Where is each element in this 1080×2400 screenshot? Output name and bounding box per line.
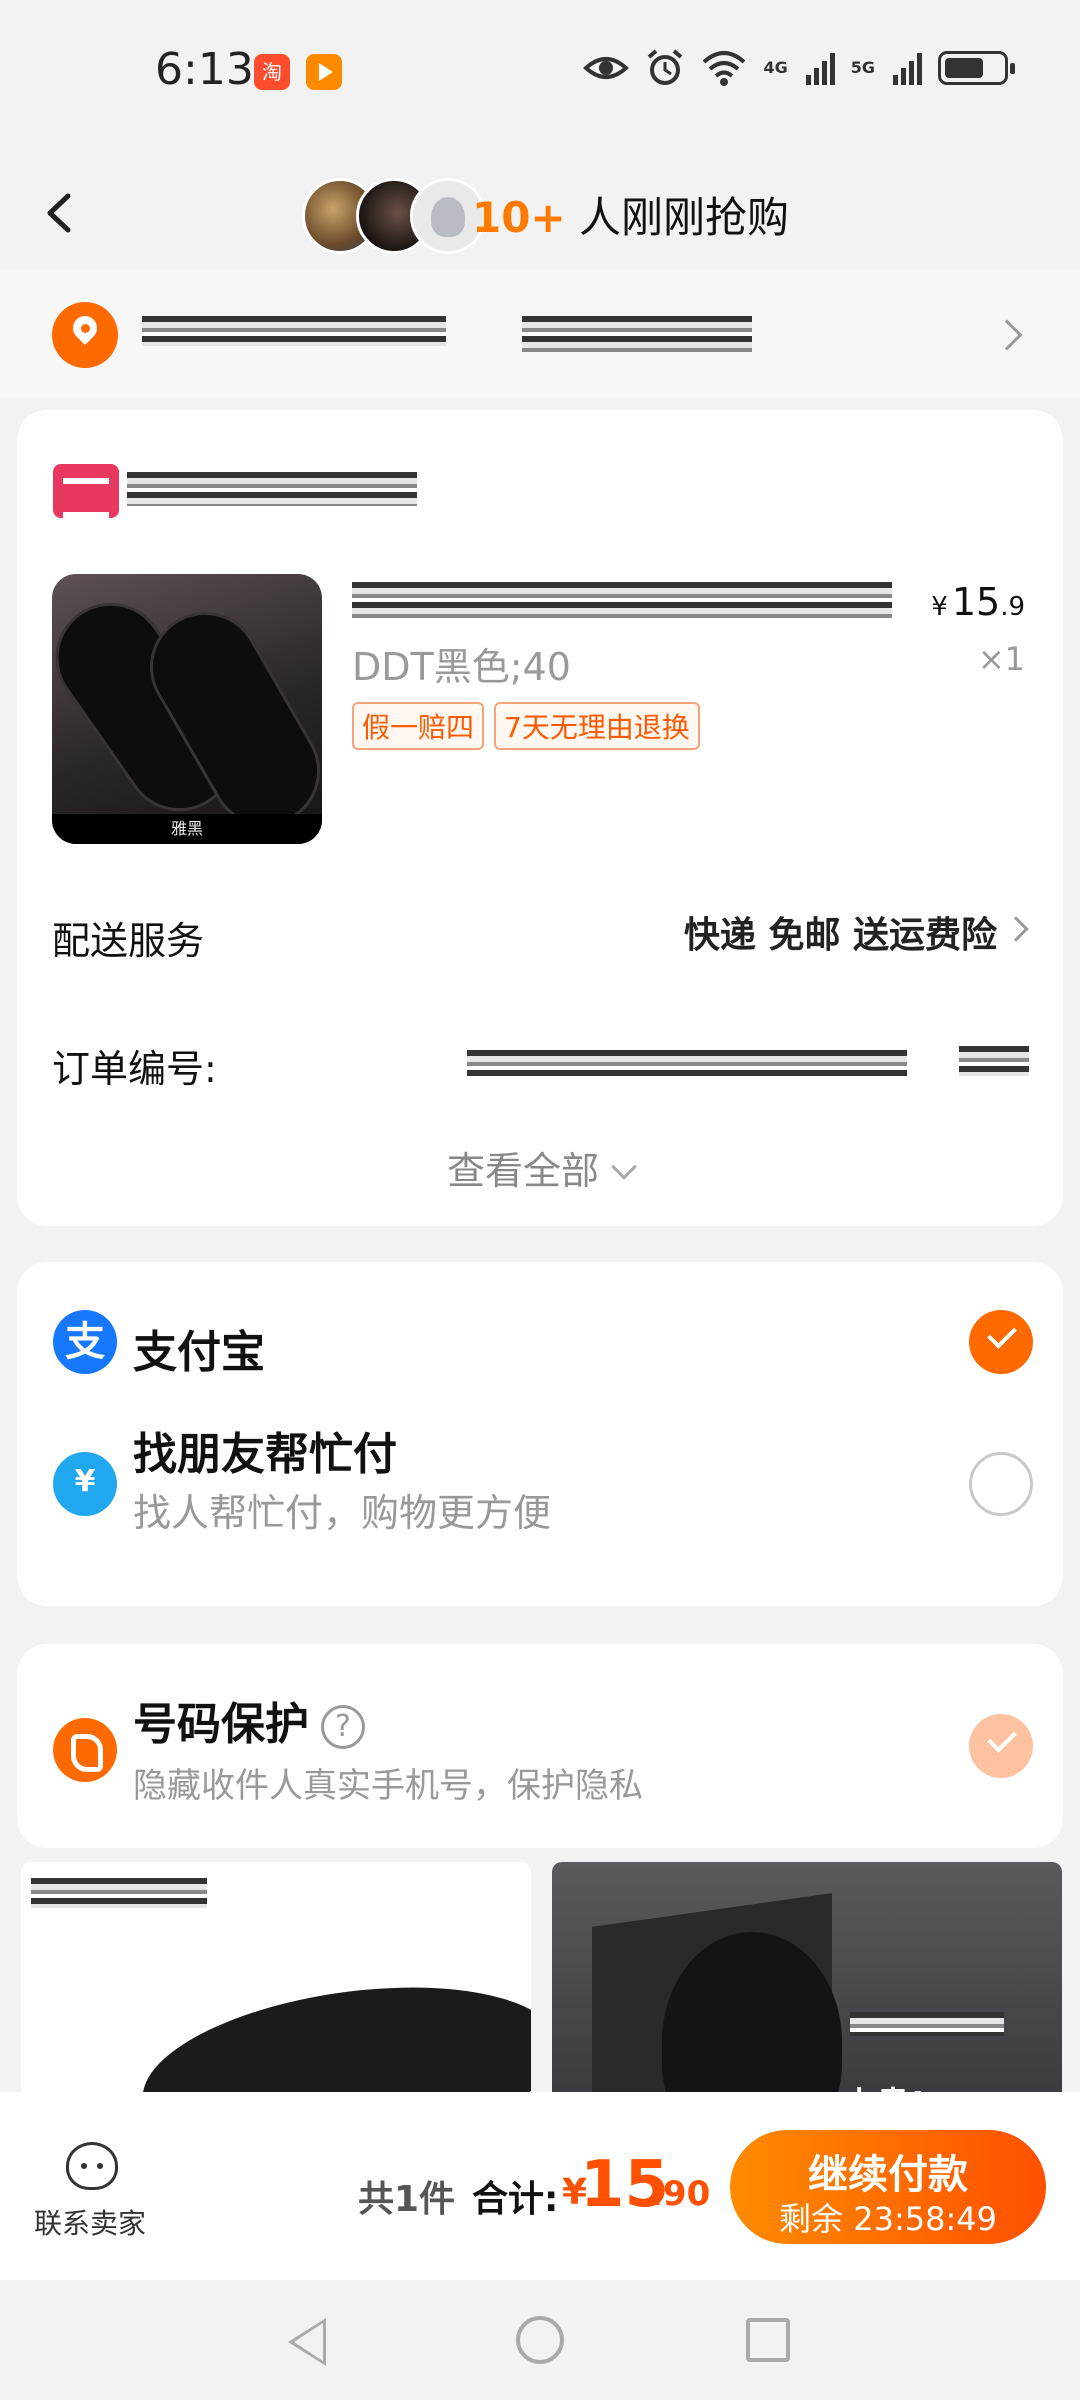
network-4g-label: 4G: [763, 58, 788, 77]
nav-home-icon[interactable]: [516, 2316, 564, 2364]
chevron-right-icon[interactable]: [1003, 916, 1029, 942]
friend-pay-checkbox[interactable]: [969, 1452, 1033, 1516]
tmall-shop-icon: [53, 464, 119, 518]
delivery-label: 配送服务: [52, 919, 205, 963]
chevron-down-icon: [611, 1154, 637, 1180]
nav-recents-icon[interactable]: [746, 2318, 790, 2362]
redacted-tile-title: [31, 1878, 207, 1908]
system-nav-bar: [0, 2280, 1080, 2400]
signal-bars-icon: [805, 51, 835, 85]
product-image[interactable]: 雅黑: [52, 574, 322, 844]
product-quantity: ×1: [977, 640, 1025, 678]
alipay-label[interactable]: 支付宝: [133, 1316, 265, 1380]
number-protection-subtitle: 隐藏收件人真实手机号，保护隐私: [133, 1766, 643, 1806]
back-arrow-icon[interactable]: [36, 188, 86, 238]
tag-7-day-return: 7天无理由退换: [494, 702, 700, 750]
buyer-avatars: [302, 178, 486, 254]
order-card: 雅黑 ¥15.9 DDT黑色;40 ×1 假一赔四 7天无理由退换 配送服务 快…: [17, 410, 1063, 1226]
contact-seller-label[interactable]: 联系卖家: [34, 2202, 146, 2242]
order-number-label: 订单编号:: [52, 1047, 217, 1091]
buyer-label: 人刚刚抢购: [579, 193, 790, 242]
phone-shield-icon: [53, 1718, 117, 1782]
wifi-icon: [703, 51, 746, 86]
friend-pay-icon: ¥: [53, 1452, 117, 1516]
status-time: 6:13: [155, 44, 254, 95]
friend-pay-label[interactable]: 找朋友帮忙付: [133, 1418, 397, 1482]
recommendation-tile[interactable]: 小贵!: [552, 1862, 1062, 2092]
product-tags: 假一赔四 7天无理由退换: [352, 702, 700, 750]
alipay-icon: 支: [53, 1310, 117, 1374]
redacted-address-phone: [522, 316, 752, 352]
bottom-action-bar: 联系卖家 共1件 合计: ¥ 15 .90 继续付款 剩余 23:58:49: [0, 2092, 1080, 2280]
battery-icon: [938, 51, 1015, 85]
status-bar: 6:13 淘 4G 5G: [0, 0, 1080, 140]
status-icons: 4G 5G: [583, 48, 1015, 88]
total-amount-dec: .90: [650, 2174, 711, 2214]
continue-payment-label: 继续付款: [808, 2152, 968, 2198]
see-all-button[interactable]: 查看全部: [17, 1140, 1063, 1195]
continue-payment-button[interactable]: 继续付款 剩余 23:58:49: [730, 2130, 1046, 2244]
redacted-shop-name: [127, 472, 417, 506]
total-label: 合计:: [472, 2179, 559, 2220]
help-icon[interactable]: ?: [321, 1705, 365, 1749]
redacted-address-name: [142, 316, 446, 346]
friend-pay-subtitle: 找人帮忙付，购物更方便: [133, 1491, 552, 1535]
signal-bars-icon: [893, 51, 922, 85]
redacted-copy-action: [959, 1046, 1029, 1076]
recent-buyers-text: 10+ 人刚刚抢购: [472, 184, 789, 245]
tag-fake-refund: 假一赔四: [352, 702, 485, 750]
payment-method-card: 支 支付宝 ¥ 找朋友帮忙付 找人帮忙付，购物更方便: [17, 1262, 1063, 1606]
tile-text: 小贵!: [842, 2077, 926, 2092]
play-notification-icon: [306, 54, 342, 90]
redacted-tile-label: [850, 2012, 1004, 2036]
shipping-address-row[interactable]: [0, 270, 1080, 398]
chevron-right-icon: [991, 319, 1023, 351]
product-sku: DDT黑色;40: [352, 645, 571, 689]
currency-symbol: ¥: [931, 592, 948, 622]
alipay-checkbox[interactable]: [969, 1310, 1033, 1374]
number-protection-title: 号码保护?: [133, 1688, 365, 1752]
nav-back-icon[interactable]: [288, 2318, 326, 2366]
image-caption: 雅黑: [52, 814, 322, 844]
item-count: 共1件: [358, 2179, 456, 2220]
number-protection-label: 号码保护: [133, 1699, 309, 1750]
flip-flop-shape: [131, 1963, 531, 2092]
buyer-count: 10+: [472, 193, 566, 242]
chat-seller-icon[interactable]: [66, 2142, 118, 2190]
recommendation-tile[interactable]: [21, 1862, 531, 2092]
page-header: 10+ 人刚刚抢购: [0, 160, 1080, 270]
number-protection-checkbox[interactable]: [969, 1714, 1033, 1778]
location-pin-icon: [52, 302, 118, 368]
alarm-icon: [648, 49, 683, 85]
delivery-value[interactable]: 快递 免邮 送运费险: [684, 906, 997, 958]
network-5g-label: 5G: [850, 58, 875, 77]
eye-icon: [583, 57, 630, 79]
product-price: ¥15.9: [931, 580, 1025, 624]
price-dec: .9: [1000, 592, 1025, 622]
price-int: 15: [951, 580, 1001, 624]
payment-countdown: 剩余 23:58:49: [779, 2200, 997, 2238]
see-all-label: 查看全部: [446, 1149, 599, 1193]
taobao-notification-icon: 淘: [254, 54, 290, 90]
number-protection-card: 号码保护? 隐藏收件人真实手机号，保护隐私: [17, 1644, 1063, 1848]
redacted-order-number: [467, 1050, 907, 1076]
redacted-product-title: [352, 582, 892, 618]
